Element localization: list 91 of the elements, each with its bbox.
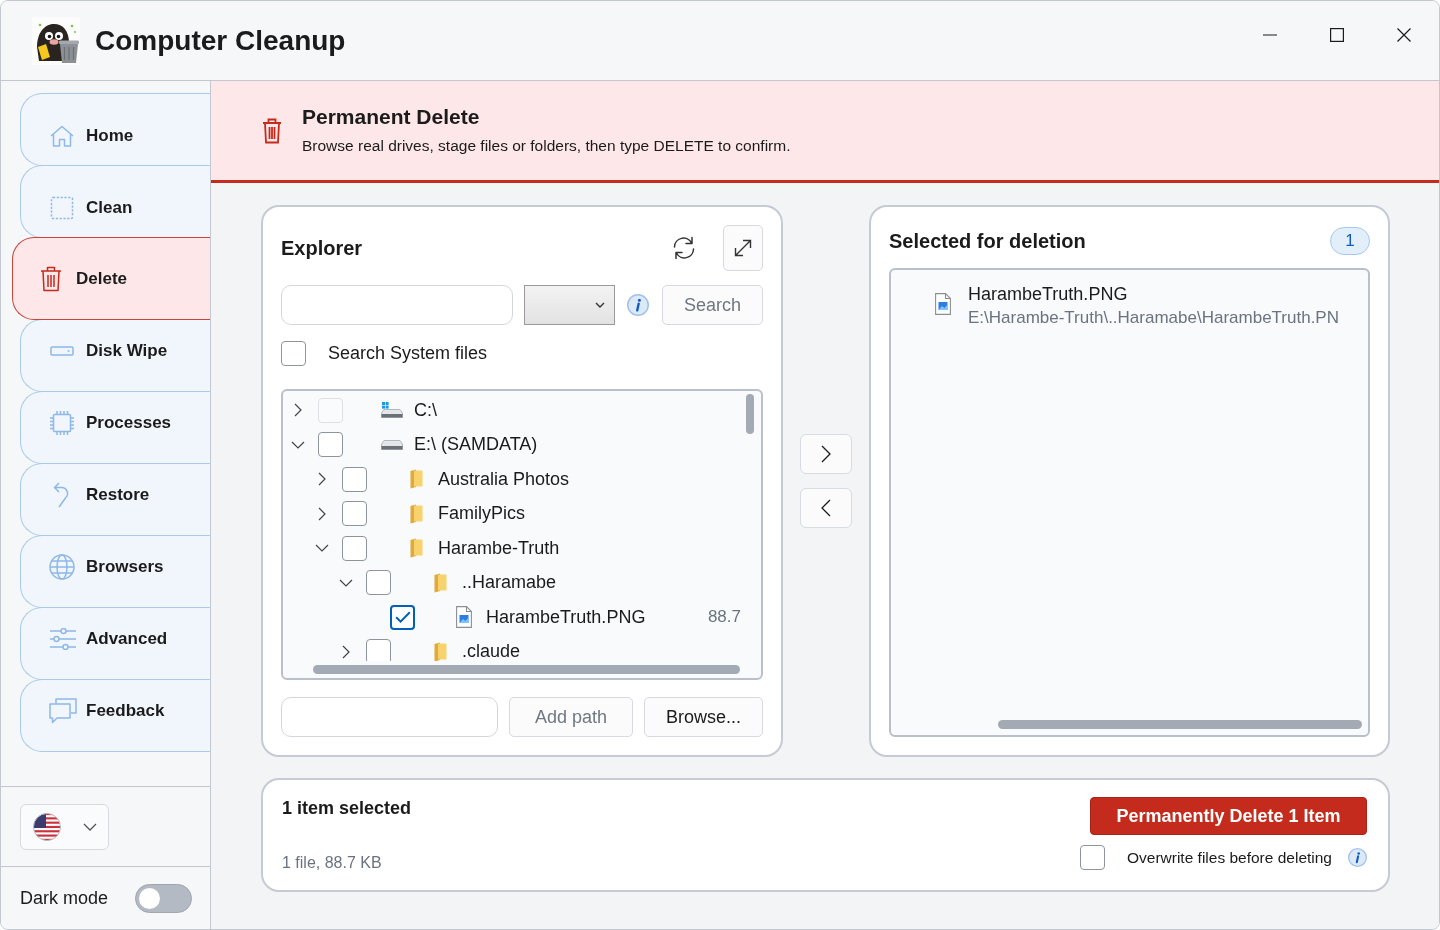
dashed-square-icon	[50, 195, 74, 220]
tree-item-label[interactable]: Australia Photos	[438, 468, 570, 490]
horizontal-scrollbar[interactable]	[313, 665, 740, 674]
panel-title: Explorer	[281, 236, 363, 260]
selection-details: 1 file, 88.7 KB	[282, 853, 382, 873]
language-dropdown[interactable]	[20, 803, 109, 850]
caret-icon	[595, 302, 605, 308]
info-icon[interactable]	[1348, 848, 1367, 867]
folder-icon	[434, 572, 447, 593]
tree-item-label[interactable]: Harambe-Truth	[438, 537, 560, 559]
tree-item-label[interactable]: .claude	[462, 641, 521, 661]
globe-icon	[49, 553, 75, 580]
dark-mode-toggle[interactable]	[135, 883, 192, 913]
checkbox[interactable]	[318, 432, 343, 458]
minimize-icon	[1262, 34, 1277, 36]
trash-icon	[40, 265, 62, 292]
checkbox[interactable]	[342, 535, 367, 561]
expand-button[interactable]	[723, 225, 763, 271]
chevron-right-icon[interactable]	[342, 644, 350, 659]
mascot-logo	[32, 16, 80, 65]
folder-icon	[434, 641, 447, 661]
checkbox[interactable]	[366, 570, 391, 596]
filter-dropdown[interactable]	[524, 285, 615, 325]
chevron-down-icon[interactable]	[339, 578, 353, 587]
chevron-down-icon[interactable]	[315, 544, 329, 553]
system-drive-icon	[381, 402, 403, 419]
checkbox[interactable]	[1079, 845, 1105, 870]
expand-icon	[734, 239, 752, 257]
refresh-icon[interactable]	[671, 236, 697, 260]
folder-icon	[410, 538, 423, 559]
browse-button[interactable]: Browse...	[644, 697, 763, 737]
drive-icon	[50, 345, 74, 356]
maximize-icon	[1329, 28, 1344, 42]
checkbox[interactable]	[281, 341, 306, 366]
nav-item[interactable]: Clean	[20, 165, 210, 238]
checkbox-label: Search System files	[328, 343, 488, 364]
nav-item[interactable]: Processes	[20, 391, 210, 464]
image-file-icon	[456, 606, 472, 629]
chat-bubbles-icon	[49, 697, 77, 724]
tree-item-label[interactable]: ..Haramabe	[462, 572, 557, 594]
home-icon	[50, 124, 74, 147]
chip-icon	[49, 409, 75, 436]
vertical-scrollbar[interactable]	[746, 394, 754, 434]
sliders-icon	[49, 627, 77, 650]
page-title: Permanent Delete	[302, 104, 480, 130]
tree-item-label[interactable]: HarambeTruth.PNG	[486, 606, 646, 628]
selection-summary: 1 item selected	[282, 797, 412, 819]
flag-icon	[32, 812, 61, 841]
nav-item[interactable]: Browsers	[20, 535, 210, 608]
search-field[interactable]	[281, 285, 513, 325]
nav-item[interactable]: Home	[20, 93, 210, 166]
tree-item-label[interactable]: FamilyPics	[438, 503, 525, 525]
checkbox[interactable]	[342, 466, 367, 492]
file-size: 88.7	[707, 607, 741, 628]
window-title: Computer Cleanup	[95, 24, 346, 57]
chevron-right-icon	[821, 445, 831, 463]
checkbox[interactable]	[390, 604, 415, 630]
nav-item[interactable]: Delete	[12, 237, 210, 320]
count-badge: 1	[1330, 227, 1370, 255]
undo-arrow-icon	[53, 481, 69, 508]
move-left-button[interactable]	[800, 488, 852, 528]
checkmark-icon	[394, 611, 411, 624]
info-icon[interactable]	[627, 294, 649, 316]
dark-mode-label: Dark mode	[20, 887, 109, 909]
checkbox-label: Overwrite files before deleting	[1126, 848, 1332, 867]
nav-item[interactable]: Advanced	[20, 607, 210, 680]
horizontal-scrollbar[interactable]	[998, 720, 1362, 729]
chevron-left-icon	[821, 499, 831, 517]
caret-icon	[82, 822, 97, 831]
page-subtitle: Browse real drives, stage files or folders, then type DELETE to confirm.	[302, 136, 791, 156]
chevron-down-icon[interactable]	[291, 440, 305, 449]
nav-item[interactable]: Restore	[20, 463, 210, 536]
checkbox[interactable]	[342, 501, 367, 527]
nav-item[interactable]: Feedback	[20, 679, 210, 752]
chevron-right-icon[interactable]	[318, 472, 326, 487]
image-file-icon	[935, 293, 951, 315]
trash-icon	[262, 117, 282, 144]
nav-item[interactable]: Disk Wipe	[20, 319, 210, 392]
folder-icon	[410, 469, 423, 490]
folder-icon	[410, 503, 423, 524]
path-field[interactable]	[281, 697, 498, 737]
file-path: E:\Harambe-Truth\..Haramabe\HarambeTruth.PN	[968, 307, 1339, 329]
tree-item-label[interactable]: E:\ (SAMDATA)	[414, 434, 538, 456]
close-icon	[1396, 28, 1411, 42]
drive-icon	[381, 439, 403, 450]
delete-button[interactable]: Permanently Delete 1 Item	[1090, 797, 1367, 835]
checkbox[interactable]	[366, 639, 391, 661]
panel-title: Selected for deletion	[889, 229, 1086, 253]
move-right-button[interactable]	[800, 434, 852, 474]
file-name[interactable]: HarambeTruth.PNG	[968, 284, 1128, 305]
chevron-right-icon[interactable]	[318, 506, 326, 521]
